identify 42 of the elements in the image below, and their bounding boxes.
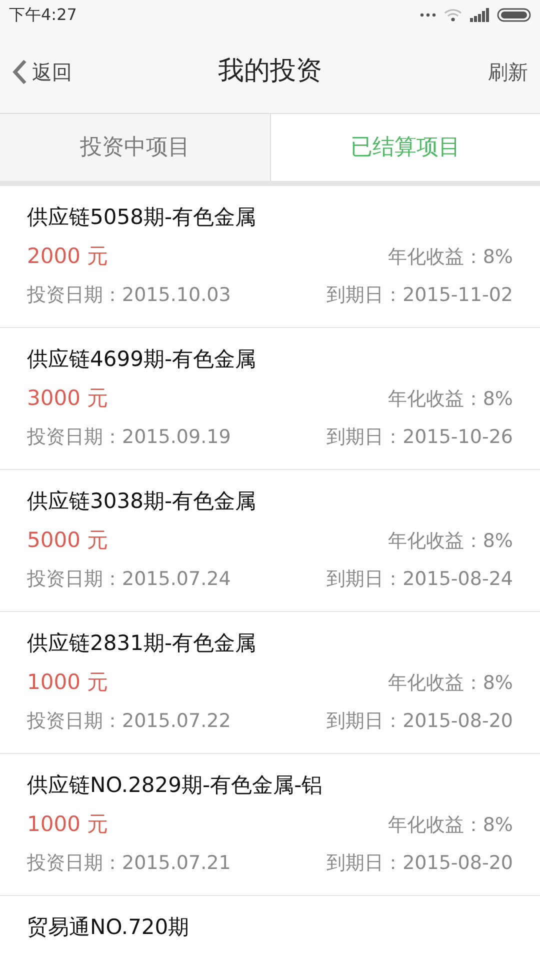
- invest-date: 投资日期：2015.07.21: [27, 850, 231, 876]
- page-title: 我的投资: [218, 55, 322, 88]
- annual-rate: 年化收益：8%: [388, 812, 513, 838]
- more-icon: [420, 13, 436, 17]
- annual-rate: 年化收益：8%: [388, 386, 513, 412]
- due-date: 到期日：2015-10-26: [326, 424, 513, 450]
- refresh-button[interactable]: 刷新: [488, 56, 528, 86]
- investment-item[interactable]: 供应链5058期-有色金属 2000 元 年化收益：8% 投资日期：2015.10.03 到期日：2015-11-02: [0, 186, 540, 328]
- due-date: 到期日：2015-08-24: [326, 566, 513, 592]
- back-icon: [12, 58, 28, 84]
- invest-date: 投资日期：2015.09.19: [27, 424, 231, 450]
- item-title: 供应链4699期-有色金属: [27, 346, 258, 373]
- due-date: 到期日：2015-08-20: [326, 850, 513, 876]
- invest-date: 投资日期：2015.10.03: [27, 282, 231, 308]
- status-time: 下午4:27: [9, 4, 77, 26]
- amount: 3000 元: [27, 385, 108, 412]
- tab[interactable]: 投资中项目: [0, 114, 270, 181]
- investment-item[interactable]: 贸易通NO.720期: [0, 896, 540, 960]
- investment-item[interactable]: 供应链2831期-有色金属 1000 元 年化收益：8% 投资日期：2015.07.22 到期日：2015-08-20: [0, 612, 540, 754]
- due-date: 到期日：2015-11-02: [326, 282, 513, 308]
- annual-rate: 年化收益：8%: [388, 528, 513, 554]
- item-title: 供应链5058期-有色金属: [27, 204, 258, 231]
- amount: 1000 元: [27, 811, 108, 838]
- item-title: 供应链2831期-有色金属: [27, 630, 258, 657]
- investment-item[interactable]: 供应链4699期-有色金属 3000 元 年化收益：8% 投资日期：2015.09.19 到期日：2015-10-26: [0, 328, 540, 470]
- invest-date: 投资日期：2015.07.22: [27, 708, 231, 734]
- amount: 1000 元: [27, 669, 108, 696]
- item-title: 贸易通NO.720期: [27, 914, 190, 941]
- invest-date: 投资日期：2015.07.24: [27, 566, 231, 592]
- back-button[interactable]: 返回: [12, 56, 72, 86]
- item-title: 供应链NO.2829期-有色金属-铝: [27, 772, 324, 799]
- investment-item[interactable]: 供应链NO.2829期-有色金属-铝 1000 元 年化收益：8% 投资日期：2015.07.21 到期日：2015-08-20: [0, 754, 540, 896]
- due-date: 到期日：2015-08-20: [326, 708, 513, 734]
- amount: 5000 元: [27, 527, 108, 554]
- investment-item[interactable]: 供应链3038期-有色金属 5000 元 年化收益：8% 投资日期：2015.07.24 到期日：2015-08-24: [0, 470, 540, 612]
- amount: 2000 元: [27, 243, 108, 270]
- item-title: 供应链3038期-有色金属: [27, 488, 258, 515]
- signal-icon: [470, 8, 489, 22]
- battery-icon: [497, 8, 531, 22]
- annual-rate: 年化收益：8%: [388, 244, 513, 270]
- annual-rate: 年化收益：8%: [388, 670, 513, 696]
- wifi-icon: [444, 8, 462, 22]
